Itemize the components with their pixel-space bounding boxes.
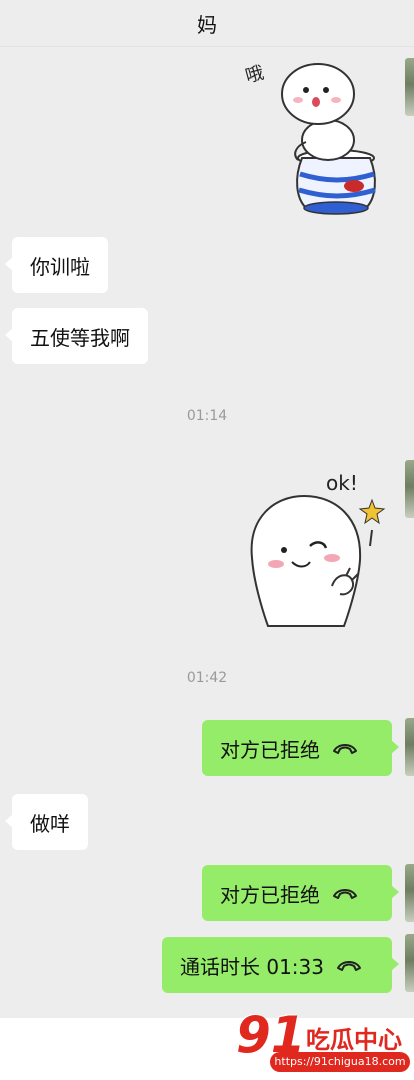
message-bubble-incoming[interactable]: 你训啦 [5,237,108,293]
avatar[interactable] [405,58,414,116]
ok-sticker[interactable]: ok! [244,468,394,628]
sticker-caption: 哦 [243,62,266,87]
message-bubble-outgoing[interactable]: 对方已拒绝 [202,865,399,921]
avatar[interactable] [405,934,414,992]
message-bubble-incoming[interactable]: 五使等我啊 [5,308,148,364]
chat-header: 妈 [0,0,414,47]
avatar[interactable] [405,460,414,518]
message-bubble-incoming[interactable]: 做咩 [5,794,88,850]
message-bubble-outgoing[interactable]: 通话时长 01:33 [162,937,399,993]
message-bubble-outgoing[interactable]: 对方已拒绝 [202,720,399,776]
watermark-text: 吃瓜中心 [306,1026,402,1054]
phone-hangup-icon [332,886,358,900]
phone-hangup-icon [332,741,358,755]
avatar[interactable] [405,718,414,776]
message-text: 对方已拒绝 [220,882,320,907]
message-text: 对方已拒绝 [220,737,320,762]
avatar[interactable] [405,864,414,922]
message-text: 做咩 [30,811,70,836]
message-text: 通话时长 01:33 [180,954,324,979]
phone-hangup-icon [336,958,362,972]
watermark-logo: 91 吃瓜中心 https://91chigua18.com [236,1006,414,1080]
watermark-url: https://91chigua18.com [270,1052,410,1072]
sticker-caption: ok! [326,471,358,495]
timestamp: 01:14 [186,408,228,424]
timestamp: 01:42 [186,670,228,686]
message-text: 五使等我啊 [30,325,130,350]
message-text: 你训啦 [30,254,90,279]
chat-title: 妈 [197,12,217,37]
vase-sticker[interactable]: 哦 [236,50,396,220]
